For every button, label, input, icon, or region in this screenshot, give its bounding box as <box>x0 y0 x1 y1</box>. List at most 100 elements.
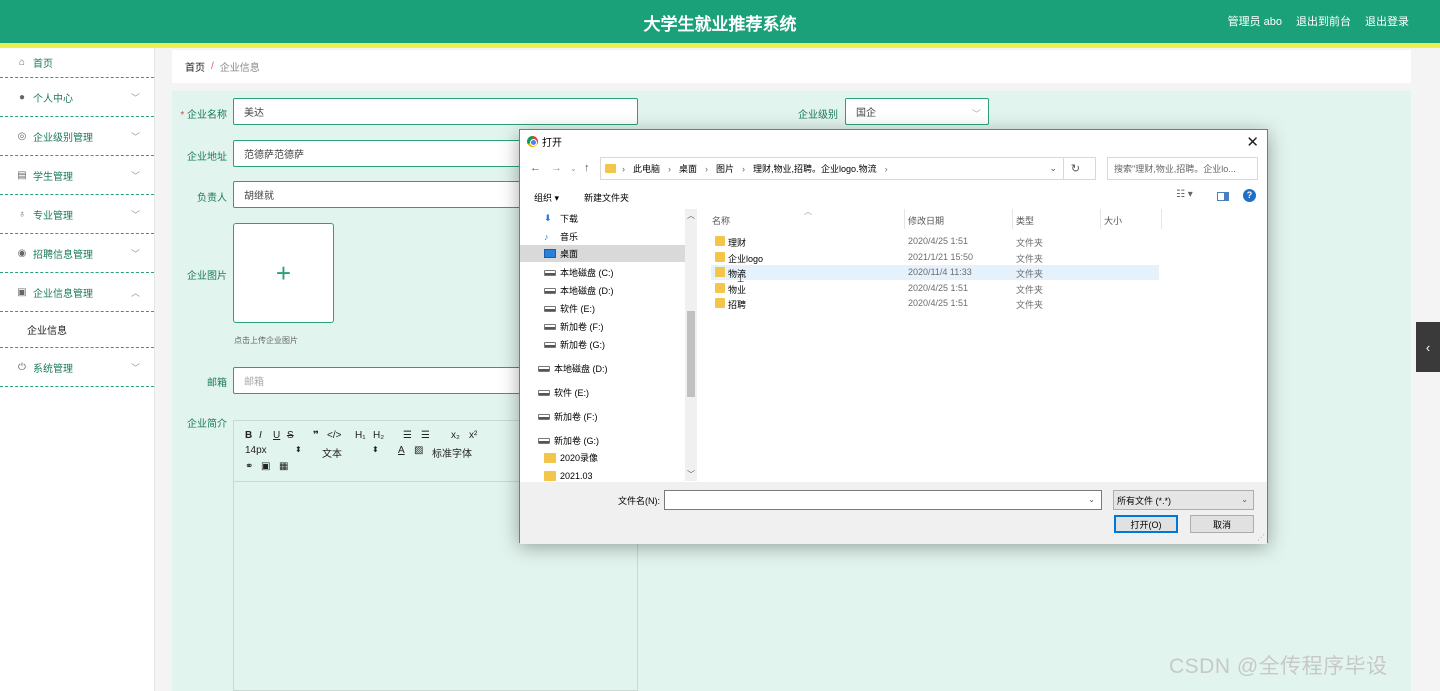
recent-dropdown-icon[interactable]: ⌄ <box>570 164 577 173</box>
subscript-icon[interactable]: x₂ <box>451 430 469 441</box>
tree-item-label: 软件 (E:) <box>554 388 589 398</box>
chevron-down-icon[interactable]: ⌄ <box>1088 495 1095 504</box>
editor-toolbar-row-1: B I U S ❞ </> H₁ H₂ ☰ ☰ x₂ x² <box>245 430 483 441</box>
chevron-down-icon[interactable]: ⌄ <box>1049 163 1057 174</box>
front-link[interactable]: 退出到前台 <box>1296 13 1351 29</box>
sidebar-item-system[interactable]: ⏻ 系统管理 ﹀ <box>0 348 154 387</box>
company-level-value: 国企 <box>856 108 876 119</box>
heading2-icon[interactable]: H₂ <box>373 430 403 441</box>
dialog-footer: 文件名(N): ⌄ 所有文件 (*.*) ⌄ 打开(O) 取消 ⋰ <box>520 482 1267 544</box>
chevron-right-icon: › <box>742 163 746 174</box>
tree-item-folder-2020[interactable]: 2020录像 <box>544 449 598 466</box>
scroll-down-icon[interactable]: ﹀ <box>687 469 695 480</box>
strikethrough-icon[interactable]: S <box>287 430 313 441</box>
font-size-select[interactable]: 14px <box>245 445 295 460</box>
path-segment[interactable]: 此电脑 <box>633 162 660 175</box>
forward-icon[interactable]: → <box>551 162 562 174</box>
help-icon[interactable]: ? <box>1243 189 1256 202</box>
tree-scrollbar[interactable]: ︿ ﹀ <box>685 209 697 481</box>
text-type-select[interactable]: 文本 <box>322 445 372 460</box>
tree-item-desktop[interactable]: 桌面 <box>520 245 685 262</box>
tree-item-drive-c[interactable]: 本地磁盘 (C:) <box>544 264 614 281</box>
file-row-selected[interactable]: 物流 2020/11/4 11:33 文件夹 <box>711 265 1159 280</box>
tree-item-label: 新加卷 (G:) <box>554 436 599 446</box>
music-icon: ♪ <box>544 231 549 242</box>
sidebar-item-jobs[interactable]: ◉ 招聘信息管理 ﹀ <box>0 234 154 273</box>
font-family-select[interactable]: 标准字体 <box>432 445 482 460</box>
tree-item-folder-2021[interactable]: 2021.03 <box>544 467 593 481</box>
scroll-thumb[interactable] <box>687 311 695 397</box>
power-icon: ⏻ <box>18 361 26 373</box>
tree-item-drive-g[interactable]: 新加卷 (G:) <box>544 336 605 353</box>
chevron-down-icon: ﹀ <box>130 249 140 259</box>
file-row[interactable]: 理财 2020/4/25 1:51 文件夹 <box>711 234 1159 249</box>
filetype-select[interactable]: 所有文件 (*.*) ⌄ <box>1113 490 1254 510</box>
filename-input[interactable]: ⌄ <box>664 490 1102 510</box>
file-open-dialog: 打开 ✕ ← → ⌄ ↑ › 此电脑 › 桌面 › 图片 › 理财,物业,招聘。… <box>519 129 1268 544</box>
organize-button[interactable]: 组织 ▾ <box>534 191 559 204</box>
current-user: 管理员 abo <box>1227 16 1282 28</box>
italic-icon[interactable]: I <box>259 430 273 441</box>
view-options-icon[interactable]: ☷ ▾ <box>1176 189 1193 200</box>
search-input[interactable]: 搜索"理财,物业,招聘。企业lo... <box>1107 157 1258 180</box>
path-segment[interactable]: 桌面 <box>679 162 697 175</box>
tree-item-drive-d[interactable]: 本地磁盘 (D:) <box>544 282 614 299</box>
image-icon[interactable]: ▣ <box>261 461 279 472</box>
superscript-icon[interactable]: x² <box>469 430 483 441</box>
ordered-list-icon[interactable]: ☰ <box>403 430 421 441</box>
resize-grip-icon[interactable]: ⋰ <box>1257 533 1265 542</box>
open-button[interactable]: 打开(O) <box>1114 515 1178 533</box>
collapse-panel-button[interactable]: ‹ <box>1416 322 1440 372</box>
sidebar-item-profile[interactable]: ● 个人中心 ﹀ <box>0 78 154 117</box>
file-row[interactable]: 物业 2020/4/25 1:51 文件夹 <box>711 281 1159 296</box>
close-icon[interactable]: ✕ <box>1246 133 1259 151</box>
sidebar-item-label: 专业管理 <box>33 210 73 222</box>
file-row[interactable]: 企业logo 2021/1/21 15:50 文件夹 <box>711 250 1159 265</box>
sidebar-subitem-company-info[interactable]: 企业信息 <box>0 312 154 348</box>
scroll-up-icon[interactable]: ︿ <box>687 210 695 221</box>
link-icon[interactable]: ⚭ <box>245 461 261 472</box>
column-type[interactable]: 类型 <box>1016 214 1034 227</box>
tree-item-drive-e[interactable]: 软件 (E:) <box>544 300 595 317</box>
tree-item-drive-f2[interactable]: 新加卷 (F:) <box>538 408 598 425</box>
column-name[interactable]: 名称 <box>712 214 730 227</box>
company-name-input[interactable]: 美达 <box>233 98 638 125</box>
bullet-list-icon[interactable]: ☰ <box>421 430 451 441</box>
preview-pane-icon[interactable] <box>1217 192 1229 201</box>
heading1-icon[interactable]: H₁ <box>355 430 373 441</box>
logout-link[interactable]: 退出登录 <box>1365 13 1409 29</box>
address-bar[interactable]: › 此电脑 › 桌面 › 图片 › 理财,物业,招聘。企业logo.物流 › ⌄… <box>600 157 1096 180</box>
image-upload[interactable]: + <box>233 223 334 323</box>
new-folder-button[interactable]: 新建文件夹 <box>584 191 629 204</box>
company-level-select[interactable]: 国企 ﹀ <box>845 98 989 125</box>
tree-item-drive-d2[interactable]: 本地磁盘 (D:) <box>538 360 608 377</box>
sidebar-item-level[interactable]: ◎ 企业级别管理 ﹀ <box>0 117 154 156</box>
background-color-icon[interactable]: ▨ <box>414 445 432 460</box>
file-row[interactable]: 招聘 2020/4/25 1:51 文件夹 <box>711 296 1159 311</box>
refresh-icon[interactable]: ↻ <box>1063 158 1087 179</box>
breadcrumb-home[interactable]: 首页 <box>185 59 205 74</box>
column-size[interactable]: 大小 <box>1104 214 1122 227</box>
tree-item-drive-f[interactable]: 新加卷 (F:) <box>544 318 604 335</box>
quote-icon[interactable]: ❞ <box>313 430 327 441</box>
tree-item-drive-e2[interactable]: 软件 (E:) <box>538 384 589 401</box>
video-icon[interactable]: ▦ <box>279 461 295 472</box>
bold-icon[interactable]: B <box>245 430 259 441</box>
code-icon[interactable]: </> <box>327 430 355 441</box>
cancel-button[interactable]: 取消 <box>1190 515 1254 533</box>
underline-icon[interactable]: U <box>273 430 287 441</box>
tree-item-downloads[interactable]: ⬇ 下载 <box>544 210 578 227</box>
up-icon[interactable]: ↑ <box>584 162 590 174</box>
manager-label: 负责人 <box>197 193 227 204</box>
tree-item-music[interactable]: ♪ 音乐 <box>544 228 578 245</box>
sidebar-item-home[interactable]: ⌂ 首页 <box>0 48 154 78</box>
path-segment[interactable]: 图片 <box>716 162 734 175</box>
tree-item-drive-g2[interactable]: 新加卷 (G:) <box>538 432 599 449</box>
column-date[interactable]: 修改日期 <box>908 214 944 227</box>
sidebar-item-company[interactable]: ▣ 企业信息管理 ︿ <box>0 273 154 312</box>
sidebar-item-students[interactable]: ▤ 学生管理 ﹀ <box>0 156 154 195</box>
back-icon[interactable]: ← <box>530 162 541 174</box>
font-color-icon[interactable]: A <box>398 445 414 460</box>
sidebar-item-majors[interactable]: ♁ 专业管理 ﹀ <box>0 195 154 234</box>
path-segment[interactable]: 理财,物业,招聘。企业logo.物流 <box>753 162 877 175</box>
